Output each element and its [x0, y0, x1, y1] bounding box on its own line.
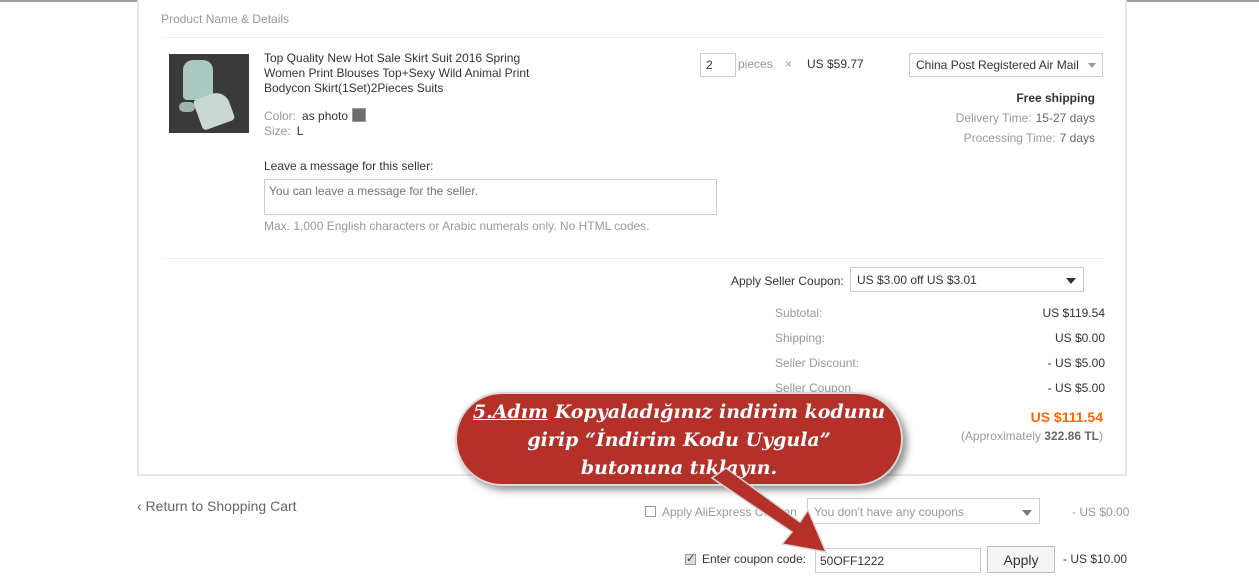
callout-line-3: butonuna tıklayın. — [580, 457, 778, 479]
processing-label: Processing Time: — [963, 131, 1056, 145]
message-note: Max. 1,000 English characters or Arabic … — [264, 219, 650, 233]
quantity-input[interactable] — [700, 53, 736, 77]
instruction-callout: 5.Adım Kopyaladığınız indirim kodunu gir… — [455, 392, 903, 486]
coupon-code-input[interactable] — [815, 548, 981, 573]
approximate-value: 322.86 TL — [1044, 429, 1099, 443]
coupon-code-label: Enter coupon code: — [702, 552, 807, 566]
aliexpress-coupon-checkbox[interactable] — [645, 506, 656, 517]
shipping-label: Shipping: — [775, 331, 826, 345]
callout-line-1: 5.Adım Kopyaladığınız indirim kodunu — [472, 401, 886, 423]
aliexpress-coupon-value: You don't have any coupons — [814, 505, 964, 519]
delivery-time: Delivery Time: 15-27 days — [956, 111, 1095, 125]
chevron-down-icon — [1022, 510, 1032, 516]
seller-message-textarea[interactable] — [264, 179, 717, 215]
subtotal-amount: US $119.54 — [1042, 306, 1106, 320]
subtotal-row: Subtotal: US $119.54 — [775, 306, 1105, 320]
divider — [161, 37, 1105, 38]
message-label: Leave a message for this seller: — [264, 159, 434, 173]
unit-price: US $59.77 — [807, 57, 864, 71]
callout-step: 5.Adım — [472, 401, 549, 423]
section-title: Product Name & Details — [161, 12, 290, 26]
approximate-total: (Approximately 322.86 TL) — [960, 429, 1103, 443]
product-title-link[interactable]: Top Quality New Hot Sale Skirt Suit 2016… — [264, 51, 564, 96]
coupon-code-amount: - US $10.00 — [1063, 552, 1128, 566]
color-value: as photo — [302, 109, 349, 123]
chevron-down-icon — [1066, 278, 1076, 284]
size-label: Size: — [264, 124, 291, 138]
delivery-label: Delivery Time: — [955, 111, 1032, 125]
processing-time: Processing Time: 7 days — [964, 131, 1095, 145]
subtotal-label: Subtotal: — [775, 306, 823, 320]
product-color: Color: as photo — [264, 108, 367, 123]
apply-coupon-button[interactable]: Apply — [987, 546, 1055, 573]
color-label: Color: — [264, 109, 297, 123]
shipping-method-value: China Post Registered Air Mail — [916, 58, 1079, 72]
order-total: US $111.54 — [1030, 409, 1103, 425]
quantity-unit: pieces — [738, 57, 773, 71]
product-size: Size: L — [264, 124, 303, 138]
free-shipping-text: Free shipping — [1016, 91, 1095, 105]
multiply-sign: × — [785, 57, 793, 71]
aliexpress-coupon-amount: - US $0.00 — [1072, 505, 1130, 519]
color-swatch-icon — [352, 108, 367, 122]
seller-discount-label: Seller Discount: — [775, 356, 860, 370]
delivery-value: 15-27 days — [1035, 111, 1095, 125]
return-to-cart-link[interactable]: ‹ Return to Shopping Cart — [137, 498, 297, 514]
seller-coupon-value: US $3.00 off US $3.01 — [857, 273, 977, 287]
seller-discount-amount: - US $5.00 — [1047, 356, 1105, 370]
seller-discount-row: Seller Discount: - US $5.00 — [775, 356, 1105, 370]
aliexpress-coupon-label: Apply AliExpress Coupon — [662, 505, 797, 519]
chevron-down-icon — [1088, 63, 1096, 68]
seller-coupon-select[interactable]: US $3.00 off US $3.01 — [850, 267, 1084, 292]
shipping-row: Shipping: US $0.00 — [775, 331, 1105, 345]
aliexpress-coupon-select[interactable]: You don't have any coupons — [807, 498, 1040, 524]
divider — [161, 258, 1105, 259]
size-value: L — [296, 124, 304, 138]
processing-value: 7 days — [1059, 131, 1095, 145]
shipping-method-select[interactable]: China Post Registered Air Mail — [909, 53, 1103, 77]
shipping-amount: US $0.00 — [1054, 331, 1105, 345]
seller-coupon-amount: - US $5.00 — [1047, 381, 1105, 395]
coupon-code-checkbox[interactable] — [685, 552, 696, 565]
product-image[interactable] — [169, 54, 249, 133]
callout-line-2: girip “İndirim Kodu Uygula” — [527, 429, 831, 451]
seller-coupon-label: Apply Seller Coupon: — [731, 274, 844, 288]
